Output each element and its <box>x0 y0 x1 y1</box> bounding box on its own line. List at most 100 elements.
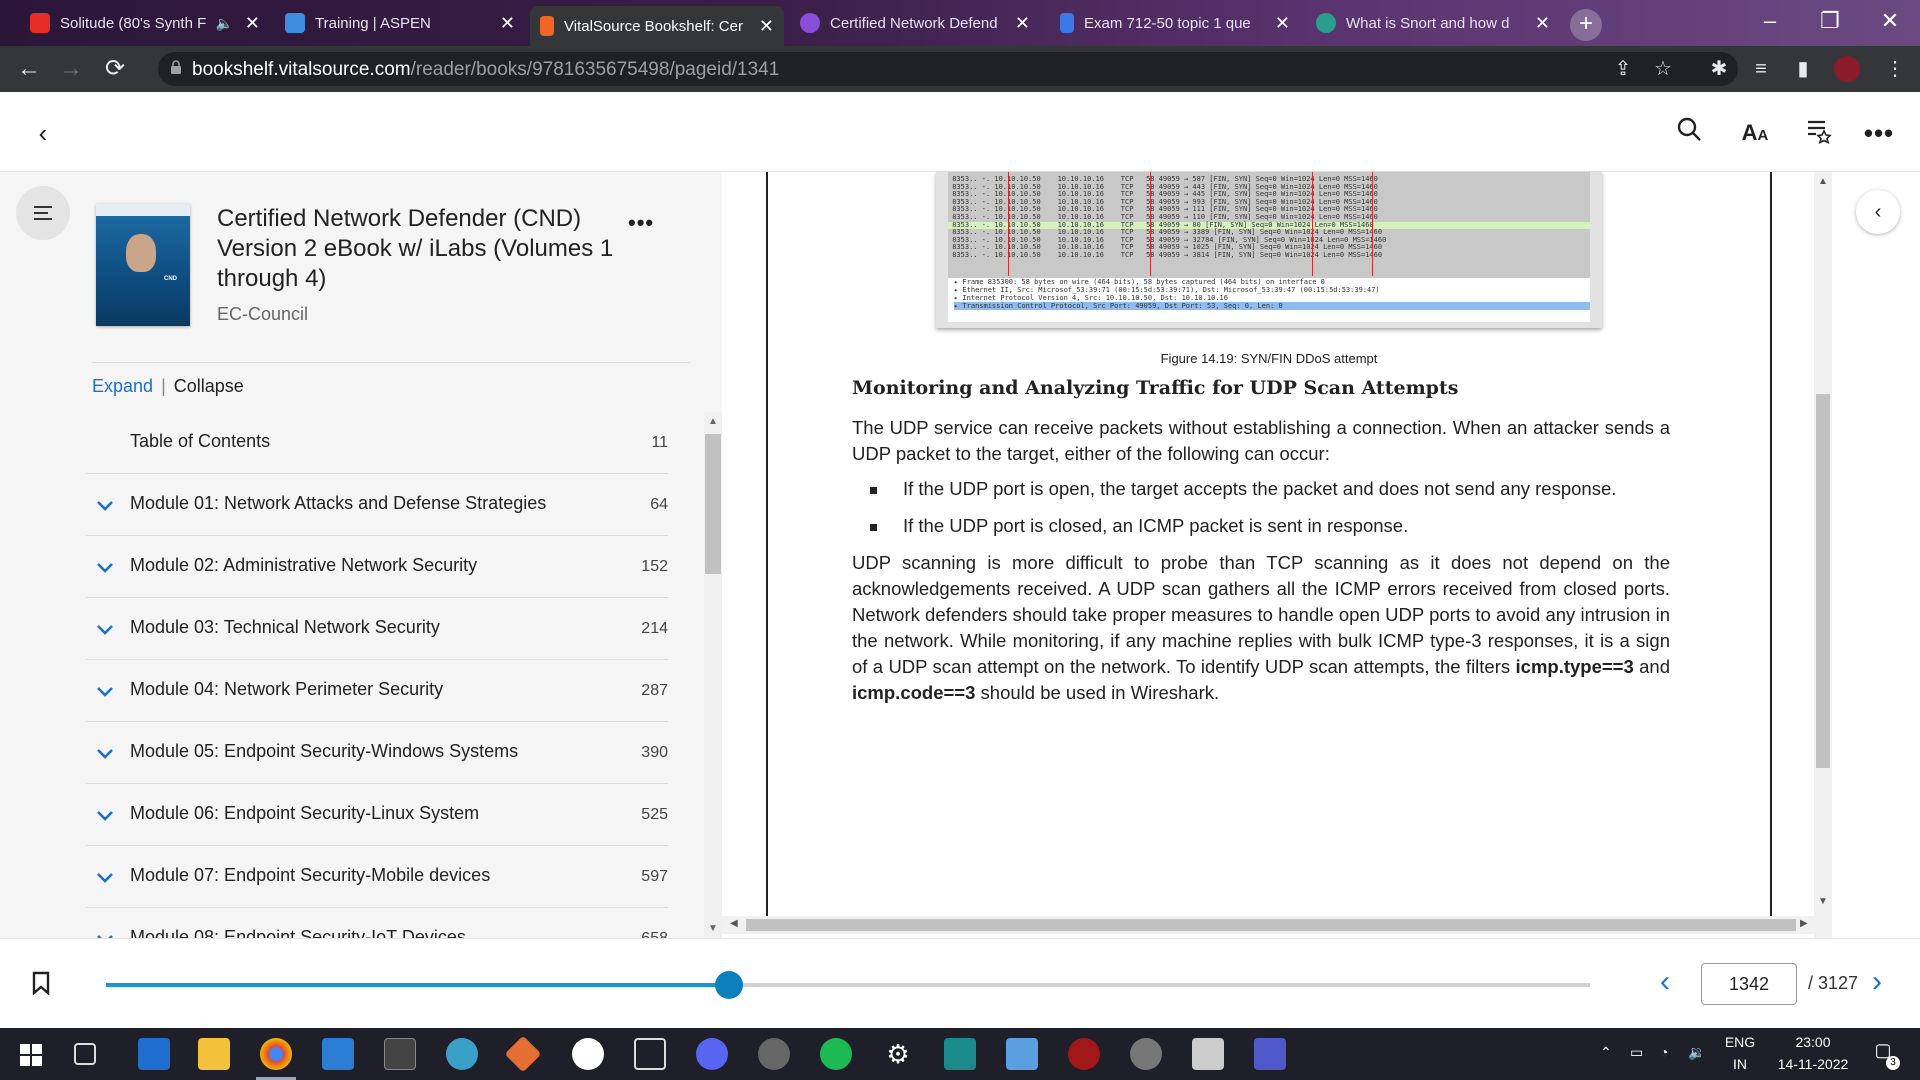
close-icon[interactable]: ✕ <box>500 13 515 34</box>
chevron-down-icon[interactable] <box>94 494 116 516</box>
expand-link[interactable]: Expand <box>92 376 153 396</box>
scroll-thumb[interactable] <box>746 919 1796 931</box>
tab-training[interactable]: Training | ASPEN ✕ <box>275 4 525 42</box>
teams-icon[interactable] <box>1254 1038 1286 1070</box>
chevron-down-icon[interactable] <box>94 556 116 578</box>
toc-item[interactable]: Module 05: Endpoint Security-Windows Sys… <box>86 722 668 784</box>
chevron-down-icon[interactable] <box>94 928 116 938</box>
collapse-panel-chevron-icon[interactable]: ‹ <box>1856 190 1900 234</box>
toc-item[interactable]: Module 07: Endpoint Security-Mobile devi… <box>86 846 668 908</box>
next-page-icon[interactable]: › <box>1862 965 1892 1005</box>
scroll-up-icon[interactable]: ▲ <box>1818 176 1828 187</box>
volume-icon[interactable]: 🔉 <box>1688 1044 1705 1061</box>
file-explorer-icon[interactable] <box>198 1038 230 1070</box>
more-options-icon[interactable]: ••• <box>1862 116 1896 150</box>
app-icon[interactable] <box>1068 1038 1100 1070</box>
tab-youtube[interactable]: Solitude (80's Synth F 🔈 ✕ <box>20 4 270 42</box>
maximize-button[interactable]: ❐ <box>1800 0 1860 42</box>
settings-gear-icon[interactable]: ⚙ <box>882 1038 914 1070</box>
chevron-down-icon[interactable] <box>94 866 116 888</box>
app-icon[interactable] <box>1130 1038 1162 1070</box>
sidebar-icon[interactable]: ▮ <box>1790 56 1816 82</box>
toc-scrollbar[interactable]: ▲ ▼ <box>704 412 722 938</box>
page-vertical-scrollbar[interactable]: ▲ ▼ <box>1814 172 1832 938</box>
toc-item[interactable]: Module 06: Endpoint Security-Linux Syste… <box>86 784 668 846</box>
back-arrow-icon[interactable]: ← <box>14 54 44 84</box>
chevron-down-icon[interactable] <box>94 804 116 826</box>
chevron-down-icon[interactable] <box>94 618 116 640</box>
tab-vitalsource[interactable]: VitalSource Bookshelf: Cer ✕ <box>530 6 784 46</box>
extensions-icon[interactable]: ✱ <box>1706 56 1732 82</box>
chrome-icon[interactable] <box>260 1038 292 1070</box>
wifi-icon[interactable]: ◔ <box>1660 1044 1668 1060</box>
git-icon[interactable] <box>504 1035 542 1073</box>
notes-star-icon[interactable] <box>1802 116 1836 150</box>
windows-start-icon[interactable] <box>20 1044 42 1066</box>
browser-menu-icon[interactable]: ⋮ <box>1882 56 1908 82</box>
chevron-down-icon[interactable] <box>94 742 116 764</box>
book-more-icon[interactable]: ••• <box>628 210 654 236</box>
cube-icon[interactable] <box>634 1038 666 1070</box>
close-icon[interactable]: ✕ <box>1015 13 1030 34</box>
scroll-down-icon[interactable]: ▼ <box>1818 896 1828 907</box>
app-icon[interactable] <box>1006 1038 1038 1070</box>
collapse-link[interactable]: Collapse <box>174 376 244 396</box>
scroll-down-icon[interactable]: ▼ <box>708 923 718 934</box>
scroll-thumb[interactable] <box>1816 394 1830 768</box>
discord-icon[interactable] <box>696 1038 728 1070</box>
toc-item[interactable]: Module 03: Technical Network Security 21… <box>86 598 668 660</box>
app-icon[interactable] <box>446 1038 478 1070</box>
speaker-icon[interactable]: 🔈 <box>215 15 232 32</box>
mail-icon[interactable] <box>138 1038 170 1070</box>
toc-item[interactable]: Table of Contents 11 <box>86 412 668 474</box>
toc-item[interactable]: Module 04: Network Perimeter Security 28… <box>86 660 668 722</box>
forward-arrow-icon[interactable]: → <box>56 54 86 84</box>
close-icon[interactable]: ✕ <box>1535 13 1550 34</box>
scroll-thumb[interactable] <box>705 434 721 574</box>
clock[interactable]: 23:00 14-11-2022 <box>1768 1034 1858 1072</box>
close-icon[interactable]: ✕ <box>1275 13 1290 34</box>
arduino-icon[interactable] <box>944 1038 976 1070</box>
language-indicator[interactable]: ENG IN <box>1720 1034 1760 1072</box>
share-icon[interactable]: ⇪ <box>1610 56 1636 82</box>
scroll-right-icon[interactable]: ▶ <box>1800 918 1808 929</box>
app-icon[interactable] <box>572 1038 604 1070</box>
search-icon[interactable] <box>1672 116 1706 150</box>
tab-exam[interactable]: Exam 712-50 topic 1 que ✕ <box>1050 4 1300 42</box>
toc-item[interactable]: Module 08: Endpoint Security-IoT Devices… <box>86 908 668 938</box>
vscode-icon[interactable] <box>322 1038 354 1070</box>
page-slider[interactable] <box>106 971 1590 999</box>
battery-icon[interactable]: ▭ <box>1630 1044 1643 1061</box>
tray-chevron-icon[interactable]: ⌃ <box>1600 1044 1612 1061</box>
url-field[interactable]: bookshelf.vitalsource.com/reader/books/9… <box>158 52 1738 86</box>
new-tab-button[interactable]: + <box>1570 9 1602 41</box>
scroll-up-icon[interactable]: ▲ <box>708 416 718 427</box>
page-horizontal-scrollbar[interactable]: ◀ ▶ <box>722 916 1814 934</box>
slider-handle[interactable] <box>715 971 744 999</box>
terminal-icon[interactable] <box>384 1038 416 1070</box>
scroll-left-icon[interactable]: ◀ <box>730 918 738 929</box>
reload-icon[interactable]: ⟳ <box>100 54 130 84</box>
bookmark-icon[interactable] <box>32 971 50 995</box>
close-icon[interactable]: ✕ <box>245 13 260 34</box>
obs-icon[interactable] <box>758 1038 790 1070</box>
spotify-icon[interactable] <box>820 1038 852 1070</box>
chevron-down-icon[interactable] <box>94 680 116 702</box>
tab-snort[interactable]: What is Snort and how d ✕ <box>1306 4 1560 42</box>
task-view-icon[interactable] <box>74 1043 96 1065</box>
close-icon[interactable]: ✕ <box>759 16 774 37</box>
star-icon[interactable]: ☆ <box>1650 56 1676 82</box>
toc-item[interactable]: Module 01: Network Attacks and Defense S… <box>86 474 668 536</box>
back-chevron-icon[interactable]: ‹ <box>26 116 60 150</box>
page-number-input[interactable]: 1342 <box>1701 963 1797 1005</box>
close-window-button[interactable]: ✕ <box>1860 0 1920 42</box>
app-icon[interactable] <box>1192 1038 1224 1070</box>
toc-item[interactable]: Module 02: Administrative Network Securi… <box>86 536 668 598</box>
text-size-icon[interactable]: AA <box>1738 116 1772 150</box>
profile-avatar[interactable] <box>1834 56 1860 82</box>
media-control-icon[interactable]: ≡ <box>1748 56 1774 82</box>
minimize-button[interactable]: – <box>1740 0 1800 42</box>
tab-cnd[interactable]: Certified Network Defend ✕ <box>790 4 1040 42</box>
menu-icon[interactable] <box>16 186 70 240</box>
previous-page-icon[interactable]: ‹ <box>1650 965 1680 1005</box>
